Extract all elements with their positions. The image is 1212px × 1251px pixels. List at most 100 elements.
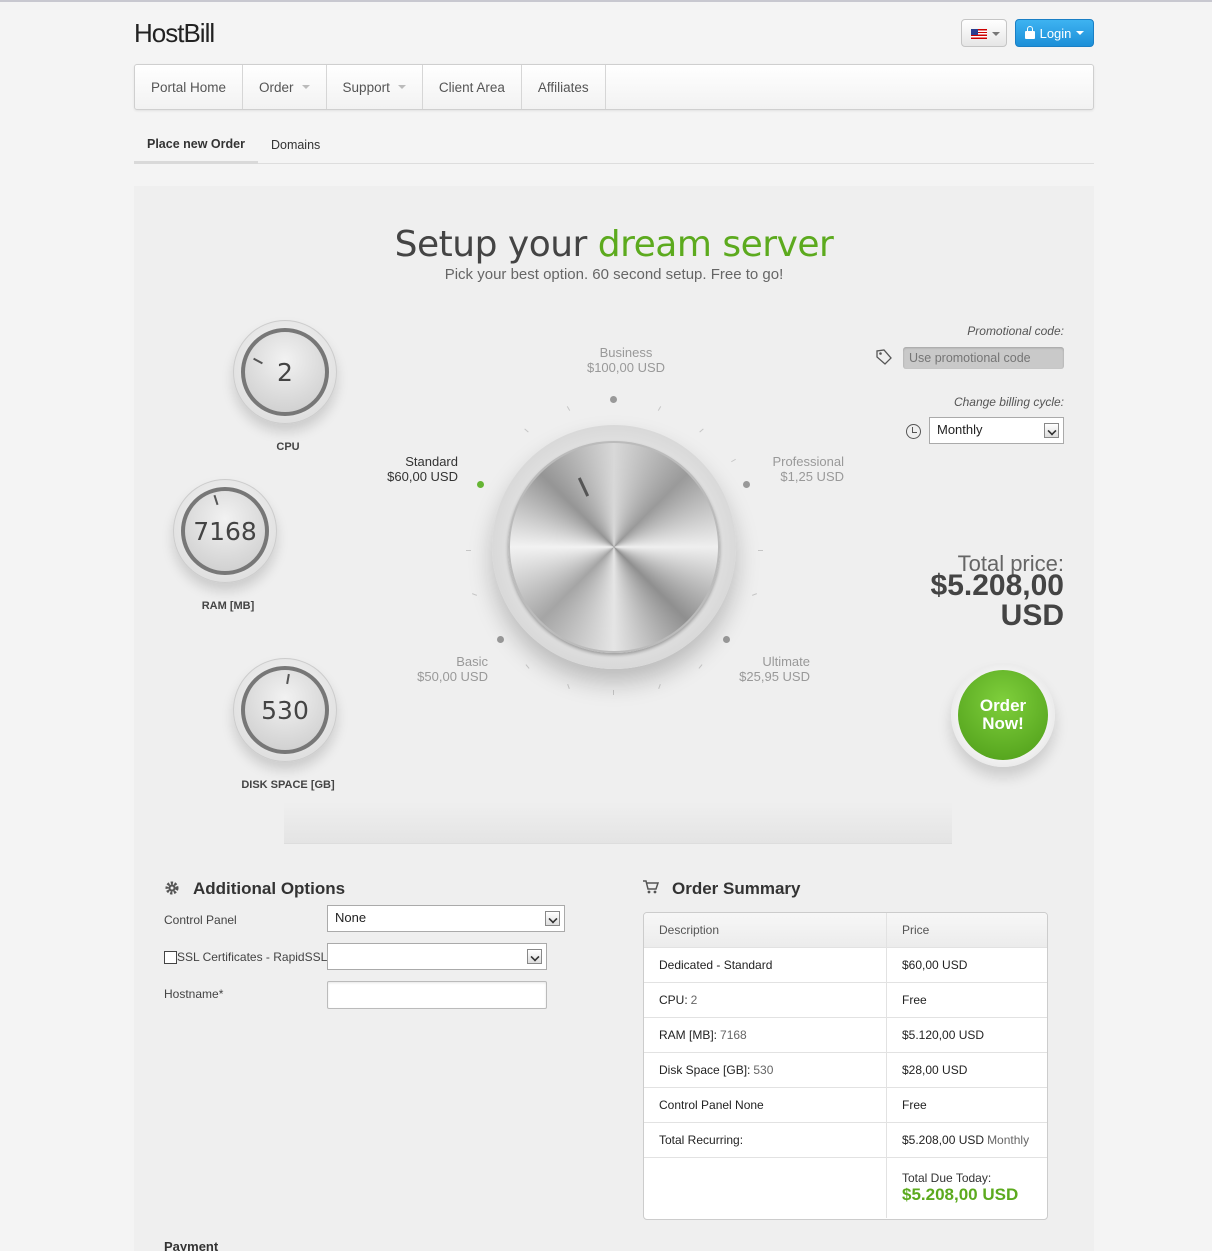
- language-selector-button[interactable]: [961, 19, 1007, 47]
- table-row: Total Recurring: $5.208,00 USD Monthly: [644, 1123, 1047, 1158]
- plan-dot-professional[interactable]: [743, 481, 750, 488]
- table-row: Control Panel None Free: [644, 1088, 1047, 1123]
- chevron-down-icon: [992, 32, 1000, 36]
- row-price: $28,00 USD: [887, 1053, 1047, 1087]
- plan-professional[interactable]: Professional $1,25 USD: [764, 454, 844, 484]
- plan-price: $60,00 USD: [387, 469, 458, 484]
- price-text: Free: [902, 993, 927, 1007]
- tab-place-new-order[interactable]: Place new Order: [134, 126, 258, 164]
- nav-order[interactable]: Order: [243, 65, 327, 109]
- hostbill-logo[interactable]: HostBill: [134, 18, 215, 49]
- plan-dot-basic[interactable]: [497, 636, 504, 643]
- us-flag-icon: [971, 29, 987, 39]
- price-extra: Monthly: [987, 1133, 1030, 1147]
- configurator-shelf: [284, 802, 952, 844]
- table-row: Dedicated - Standard $60,00 USD: [644, 948, 1047, 983]
- price-text: Free: [902, 1098, 927, 1112]
- cpu-value: 2: [277, 357, 293, 387]
- total-price-value: $5.208,00 USD: [860, 571, 1064, 631]
- ssl-checkbox[interactable]: [164, 951, 177, 965]
- promo-code-input[interactable]: [903, 347, 1064, 369]
- billing-cycle-select[interactable]: Monthly: [929, 417, 1064, 444]
- desc-text: Total Recurring:: [659, 1133, 744, 1147]
- knob-pointer: [577, 477, 590, 497]
- hostname-input[interactable]: [327, 981, 547, 1009]
- desc-text: CPU:: [659, 993, 688, 1007]
- order-summary-title: Order Summary: [672, 879, 801, 898]
- desc-text: RAM [MB]:: [659, 1028, 718, 1042]
- nav-portal-home[interactable]: Portal Home: [135, 65, 244, 109]
- total-currency: USD: [1000, 599, 1064, 632]
- plan-price: $50,00 USD: [417, 669, 488, 684]
- nav-label: Portal Home: [151, 79, 227, 95]
- order-subnav: Place new Order Domains: [134, 126, 1094, 164]
- row-price: Total Due Today: $5.208,00 USD: [887, 1158, 1047, 1218]
- chevron-down-icon: [301, 85, 310, 89]
- order-now-button[interactable]: Order Now!: [951, 663, 1055, 767]
- total-due-label: Total Due Today:: [902, 1171, 992, 1185]
- ram-dial[interactable]: 7168: [173, 479, 277, 583]
- main-navigation: Portal Home Order Support Client Area Af…: [134, 64, 1094, 110]
- plan-dot-standard[interactable]: [477, 481, 484, 488]
- ram-value: 7168: [193, 516, 257, 546]
- col-description: Description: [644, 913, 887, 947]
- login-button[interactable]: Login: [1015, 19, 1094, 47]
- disk-dial[interactable]: 530: [233, 658, 337, 762]
- nav-client-area[interactable]: Client Area: [423, 65, 522, 109]
- plan-dot-business[interactable]: [610, 396, 617, 403]
- title-highlight: dream server: [597, 224, 834, 265]
- row-description: Disk Space [GB]: 530: [644, 1053, 887, 1087]
- row-price: $60,00 USD: [887, 948, 1047, 982]
- payment-section-title: Payment: [164, 1239, 219, 1251]
- row-description: CPU: 2: [644, 983, 887, 1017]
- row-description: [644, 1158, 887, 1218]
- desc-value: 7168: [720, 1028, 747, 1042]
- clock-icon: [906, 424, 921, 439]
- plan-business[interactable]: Business $100,00 USD: [554, 345, 698, 375]
- plan-name: Basic: [456, 654, 488, 669]
- plan-selector-knob[interactable]: [492, 425, 736, 669]
- tab-domains[interactable]: Domains: [258, 126, 333, 163]
- price-text: $5.208,00 USD: [902, 1133, 985, 1147]
- plan-name: Professional: [772, 454, 844, 469]
- plan-basic[interactable]: Basic $50,00 USD: [398, 654, 488, 684]
- row-description: RAM [MB]: 7168: [644, 1018, 887, 1052]
- ssl-option: SSL Certificates - RapidSSL: [164, 950, 327, 965]
- price-text: $5.120,00 USD: [902, 1028, 985, 1042]
- ssl-select[interactable]: [327, 943, 547, 970]
- plan-price: $25,95 USD: [739, 669, 810, 684]
- plan-name: Business: [599, 345, 653, 360]
- nav-support[interactable]: Support: [327, 65, 423, 109]
- knob-tick: [758, 550, 763, 551]
- price-text: $28,00 USD: [902, 1063, 968, 1077]
- total-amount: $5.208,00: [930, 569, 1064, 602]
- desc-value: 2: [690, 993, 698, 1007]
- promo-code-label: Promotional code:: [967, 324, 1064, 338]
- row-price: $5.120,00 USD: [887, 1018, 1047, 1052]
- plan-ultimate[interactable]: Ultimate $25,95 USD: [736, 654, 810, 684]
- row-description: Total Recurring:: [644, 1123, 887, 1157]
- page-title: Setup your dream server: [134, 224, 1094, 265]
- row-description: Control Panel None: [644, 1088, 887, 1122]
- dropdown-arrow-icon: [545, 910, 560, 926]
- cpu-label: CPU: [276, 441, 300, 453]
- plan-dot-ultimate[interactable]: [723, 636, 730, 643]
- plan-standard[interactable]: Standard $60,00 USD: [358, 454, 458, 484]
- page-subtitle: Pick your best option. 60 second setup. …: [444, 266, 784, 283]
- disk-value: 530: [261, 695, 309, 725]
- row-price: $5.208,00 USD Monthly: [887, 1123, 1047, 1157]
- title-text: Setup your: [394, 224, 598, 265]
- billing-cycle-label: Change billing cycle:: [953, 395, 1064, 409]
- order-now-label: Order Now!: [958, 670, 1048, 760]
- control-panel-select[interactable]: None: [327, 905, 565, 932]
- table-row: CPU: 2 Free: [644, 983, 1047, 1018]
- plan-name: Ultimate: [762, 654, 810, 669]
- nav-affiliates[interactable]: Affiliates: [522, 65, 606, 109]
- price-text: $60,00 USD: [902, 958, 968, 972]
- total-due-amount: $5.208,00 USD: [902, 1185, 1019, 1204]
- cpu-dial[interactable]: 2: [233, 320, 337, 424]
- additional-options-title: Additional Options: [193, 879, 346, 898]
- knob-face: [508, 441, 720, 653]
- row-price: Free: [887, 1088, 1047, 1122]
- nav-label: Affiliates: [537, 79, 589, 95]
